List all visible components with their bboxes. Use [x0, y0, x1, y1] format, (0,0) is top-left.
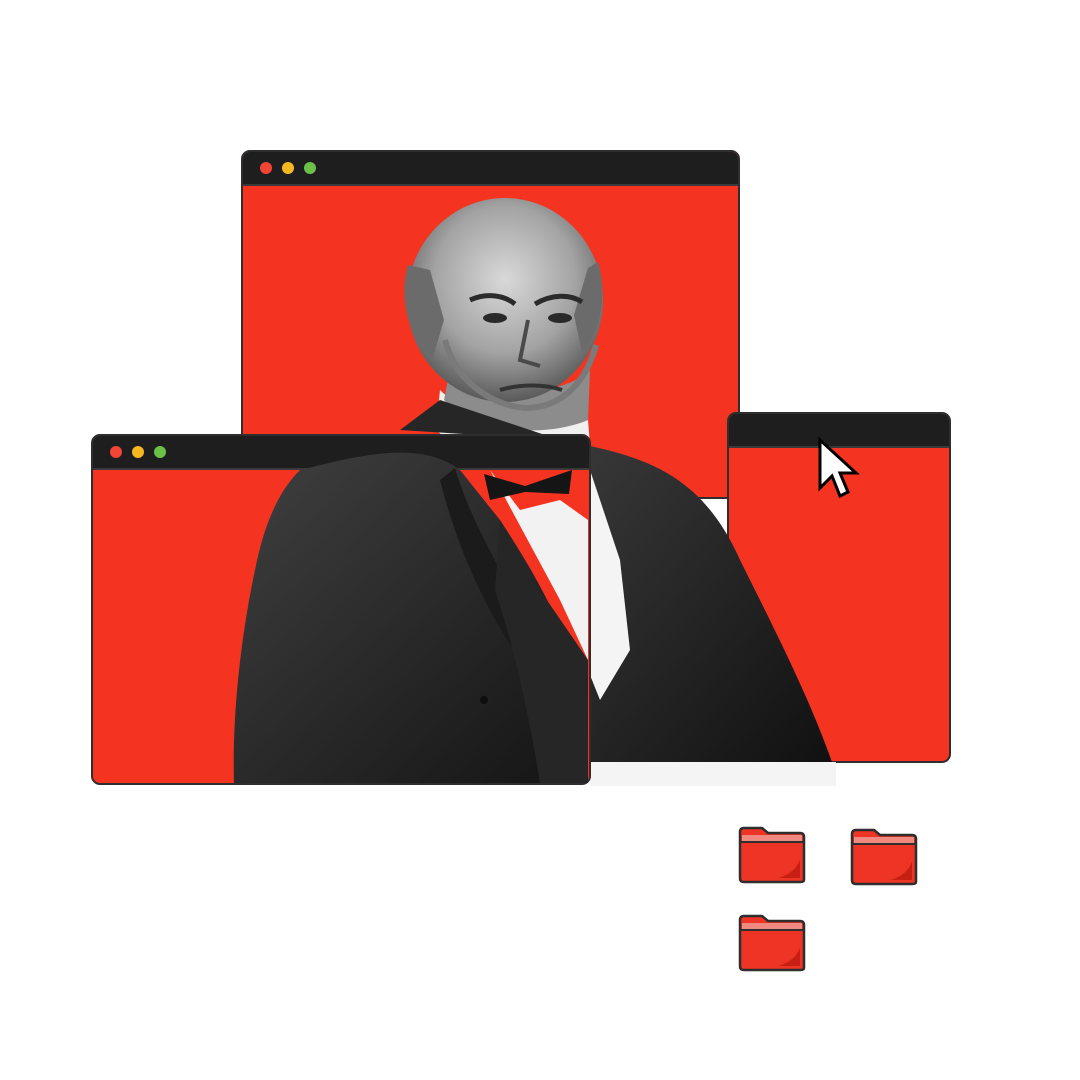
back-window-titlebar[interactable] [243, 152, 738, 186]
close-dot-icon[interactable] [260, 162, 272, 174]
folder-icon[interactable] [738, 826, 806, 884]
zoom-dot-icon[interactable] [304, 162, 316, 174]
folder-icon[interactable] [850, 828, 918, 886]
minimize-dot-icon[interactable] [132, 446, 144, 458]
close-dot-icon[interactable] [110, 446, 122, 458]
front-window[interactable] [91, 434, 591, 785]
arrow-cursor-icon [818, 436, 860, 499]
front-window-titlebar[interactable] [93, 436, 589, 470]
minimize-dot-icon[interactable] [282, 162, 294, 174]
folder-icon[interactable] [738, 914, 806, 972]
zoom-dot-icon[interactable] [154, 446, 166, 458]
